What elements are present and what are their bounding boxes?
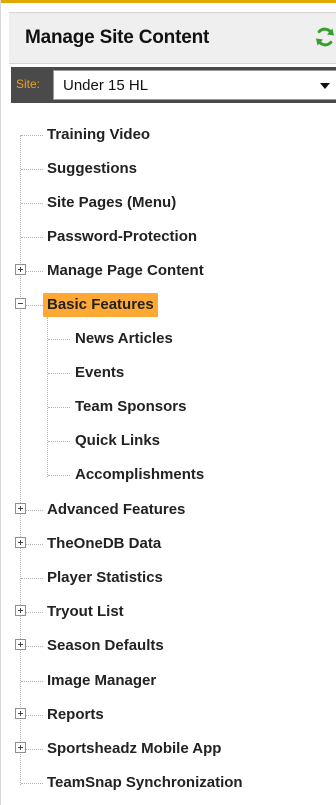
tree-connector [26,544,43,545]
tree-item-theonedb-data[interactable]: TheOneDB Data [1,532,331,556]
tree-subitem-events[interactable]: Events [1,361,331,385]
tree-connector [26,715,43,716]
tree-item-label[interactable]: TheOneDB Data [47,534,161,554]
tree-subitem-quick-links[interactable]: Quick Links [1,429,331,453]
collapse-minus-icon[interactable] [15,298,26,309]
tree-subitem-label[interactable]: News Articles [75,329,173,349]
dropdown-arrow-icon[interactable] [320,83,330,89]
tree-item-player-statistics[interactable]: Player Statistics [1,566,331,590]
expand-plus-icon[interactable] [15,708,26,719]
tree-connector [21,169,43,170]
site-select-dropdown[interactable]: Under 15 HL [53,70,336,100]
tree-item-label[interactable]: Image Manager [47,671,156,691]
tree-item-label[interactable]: Site Pages (Menu) [47,193,176,213]
tree-item-sportsheadz-mobile-app[interactable]: Sportsheadz Mobile App [1,737,331,761]
tree-item-reports[interactable]: Reports [1,703,331,727]
expand-plus-icon[interactable] [15,639,26,650]
tree-connector [26,271,43,272]
tree-connector [26,612,43,613]
expand-plus-icon[interactable] [15,503,26,514]
content-tree: Training Video Suggestions Site Pages (M… [1,118,336,798]
tree-item-label[interactable]: Player Statistics [47,568,163,588]
tree-item-label[interactable]: Tryout List [47,602,124,622]
tree-connector [21,237,43,238]
tree-item-advanced-features[interactable]: Advanced Features [1,498,331,522]
expand-plus-icon[interactable] [15,605,26,616]
manage-site-content-panel: Manage Site Content Site: Under 15 HL Tr… [0,0,336,805]
top-accent-line [1,0,336,6]
tree-item-basic-features[interactable]: Basic Features [1,293,331,317]
tree-subitem-label[interactable]: Team Sponsors [75,397,186,417]
expand-plus-icon[interactable] [15,537,26,548]
tree-item-label[interactable]: TeamSnap Synchronization [47,773,243,793]
refresh-icon[interactable] [313,25,336,49]
tree-subitem-accomplishments[interactable]: Accomplishments [1,463,331,487]
tree-item-image-manager[interactable]: Image Manager [1,669,331,693]
site-select-value: Under 15 HL [63,77,149,94]
panel-title: Manage Site Content [25,27,210,48]
tree-subitem-label[interactable]: Quick Links [75,431,160,451]
tree-connector [26,646,43,647]
tree-connector [48,339,70,340]
tree-subitem-label[interactable]: Events [75,363,124,383]
tree-item-site-pages[interactable]: Site Pages (Menu) [1,191,331,215]
tree-connector [26,749,43,750]
tree-connector [21,578,43,579]
tree-subitem-label[interactable]: Accomplishments [75,465,204,485]
tree-connector [48,441,70,442]
tree-subitem-team-sponsors[interactable]: Team Sponsors [1,395,331,419]
tree-item-training-video[interactable]: Training Video [1,123,331,147]
tree-item-teamsnap-synchronization[interactable]: TeamSnap Synchronization [1,771,331,795]
tree-connector [48,407,70,408]
tree-subitem-news-articles[interactable]: News Articles [1,327,331,351]
tree-item-manage-page-content[interactable]: Manage Page Content [1,259,331,283]
tree-connector [26,510,43,511]
tree-item-tryout-list[interactable]: Tryout List [1,600,331,624]
tree-connector [26,305,43,306]
tree-connector [21,783,43,784]
panel-header: Manage Site Content [9,12,336,64]
expand-plus-icon[interactable] [15,264,26,275]
tree-item-label[interactable]: Training Video [47,125,150,145]
tree-item-season-defaults[interactable]: Season Defaults [1,634,331,658]
tree-item-label[interactable]: Manage Page Content [47,261,204,281]
tree-connector [21,681,43,682]
tree-item-label[interactable]: Password-Protection [47,227,197,247]
tree-item-label[interactable]: Advanced Features [47,500,185,520]
tree-connector [21,203,43,204]
tree-item-label[interactable]: Reports [47,705,104,725]
site-selector-bar: Site: Under 15 HL [11,67,336,103]
tree-item-suggestions[interactable]: Suggestions [1,157,331,181]
tree-item-label-selected[interactable]: Basic Features [43,293,158,317]
tree-connector [21,135,43,136]
tree-item-label[interactable]: Season Defaults [47,636,164,656]
tree-item-label[interactable]: Suggestions [47,159,137,179]
expand-plus-icon[interactable] [15,742,26,753]
tree-item-label[interactable]: Sportsheadz Mobile App [47,739,221,759]
tree-connector [48,373,70,374]
tree-connector [48,475,70,476]
tree-item-password-protection[interactable]: Password-Protection [1,225,331,249]
site-label: Site: [16,77,41,91]
